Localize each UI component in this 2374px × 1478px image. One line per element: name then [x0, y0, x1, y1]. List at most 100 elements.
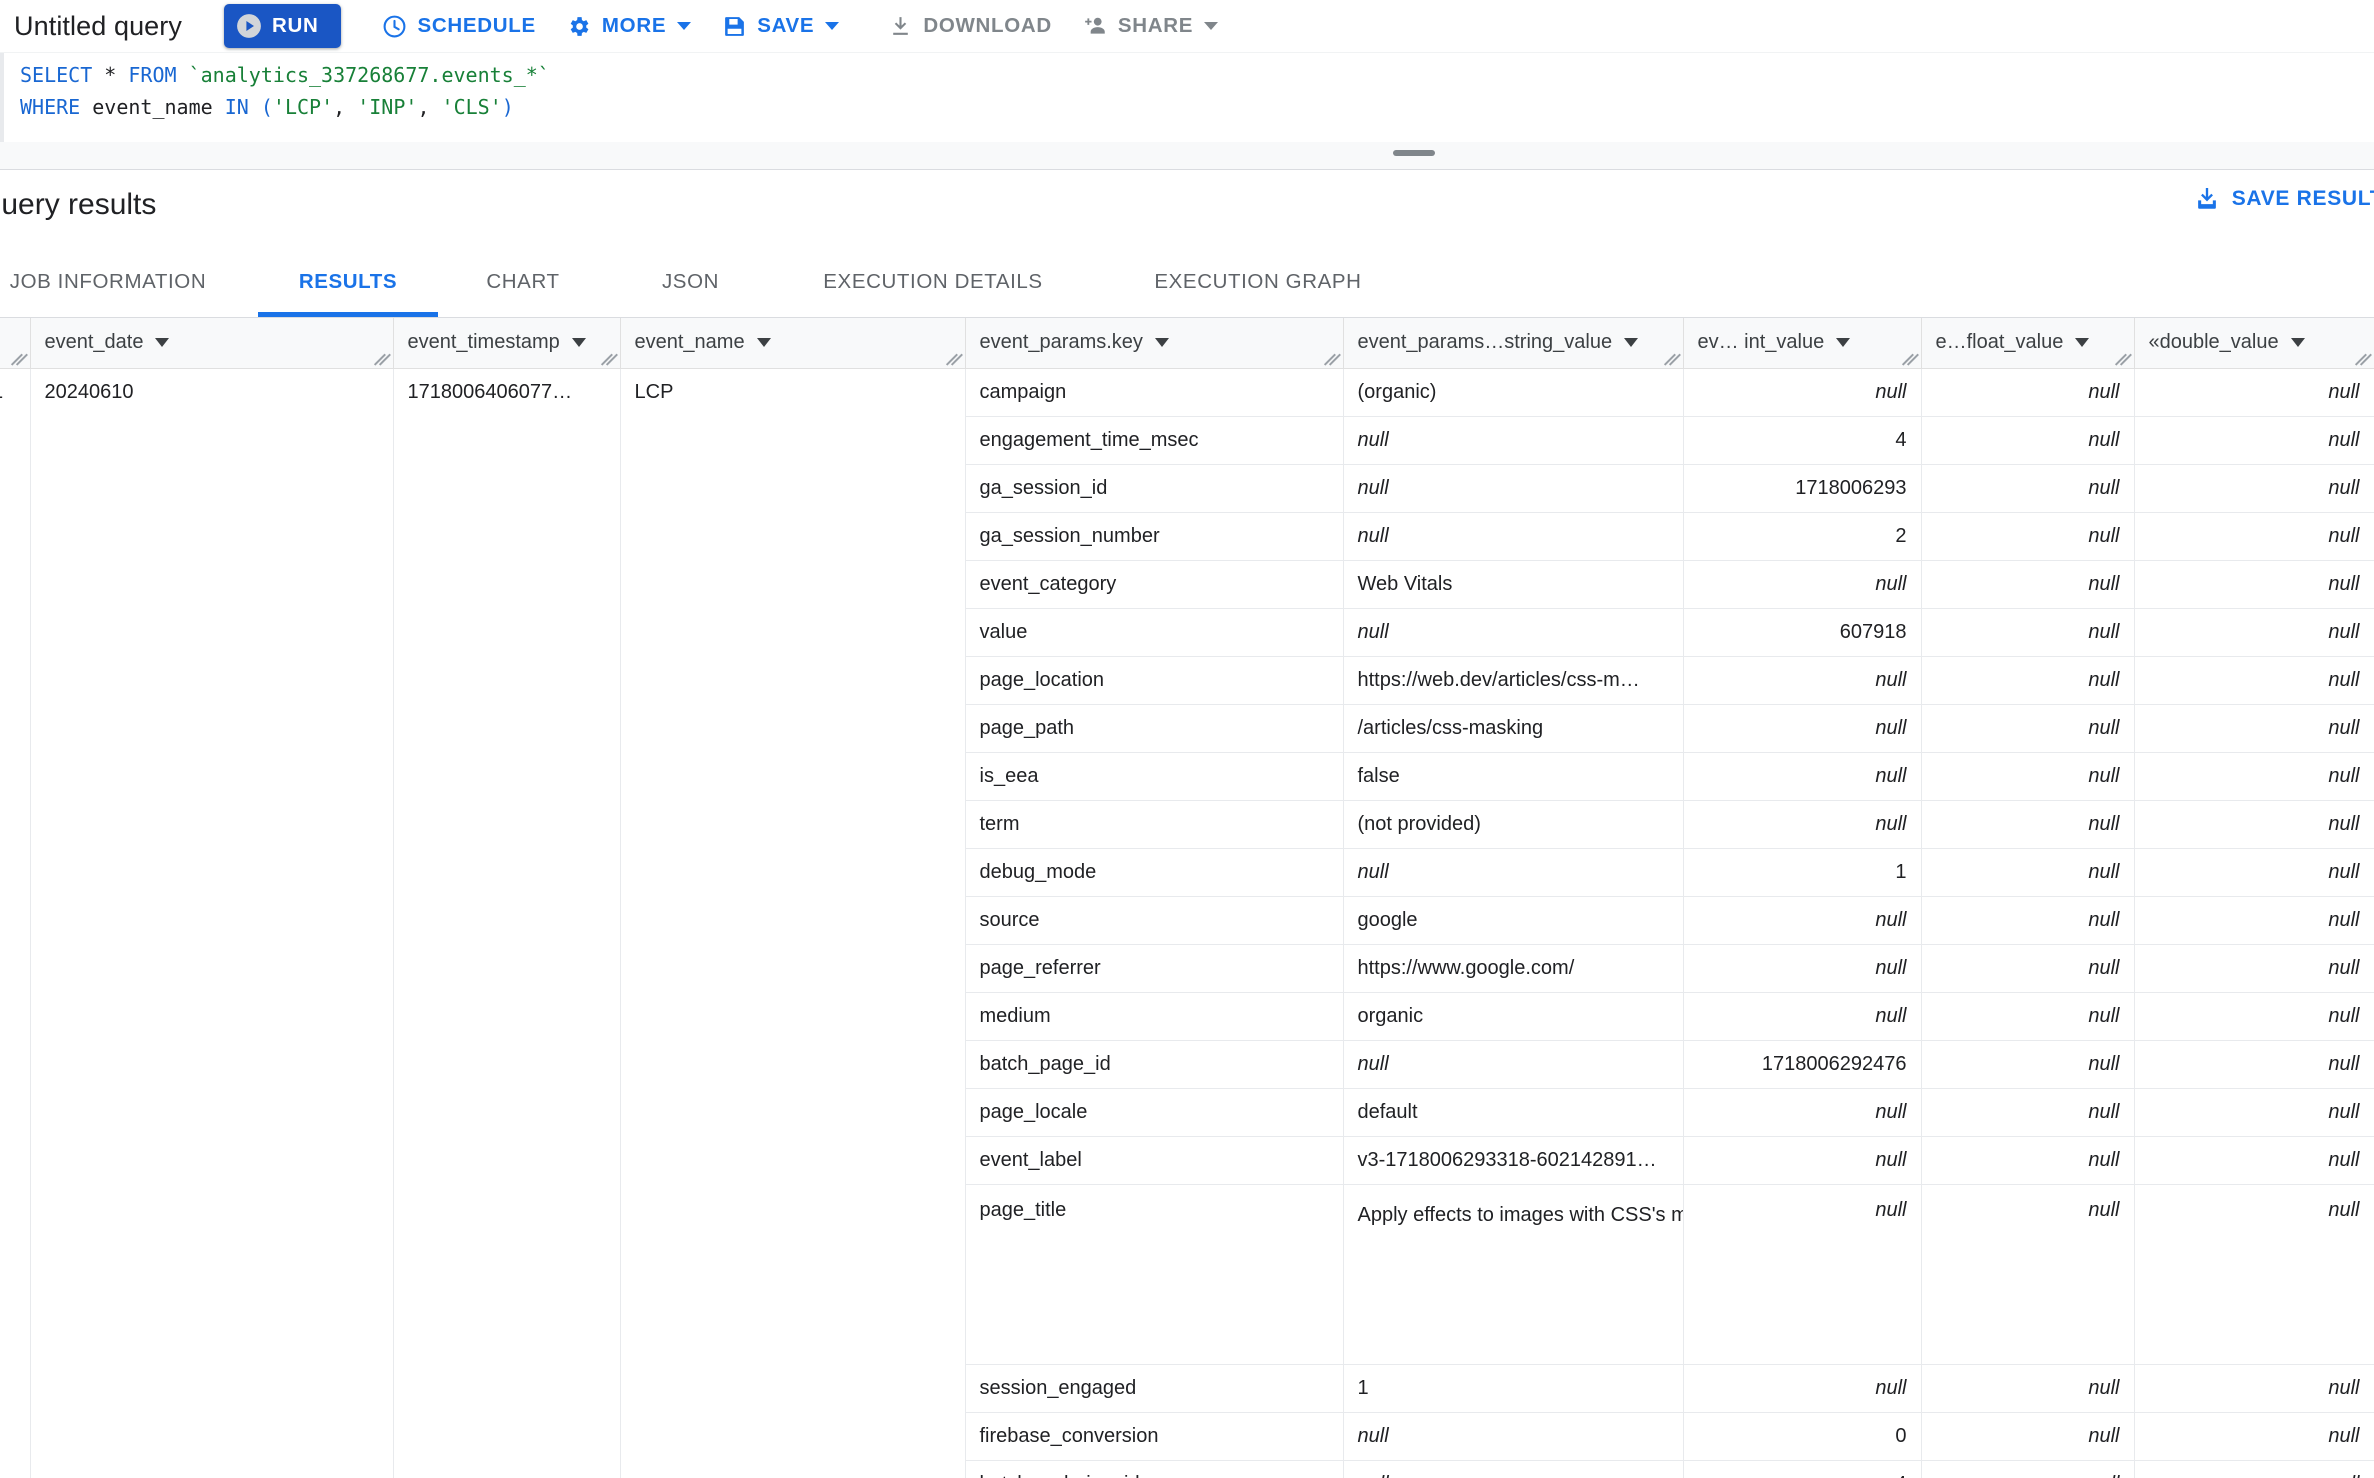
cell-double-value[interactable]: null — [2134, 512, 2374, 561]
cell-int-value[interactable]: 2 — [1683, 512, 1922, 561]
column-header-event-params-key[interactable]: event_params.key — [965, 318, 1344, 369]
chevron-down-icon[interactable] — [155, 338, 170, 348]
cell-string-value[interactable]: /articles/css-masking — [1343, 704, 1684, 753]
cell-float-value[interactable]: null — [1921, 368, 2135, 417]
cell-string-value[interactable]: null — [1343, 1412, 1684, 1461]
cell-param-key[interactable]: page_path — [965, 704, 1344, 753]
cell-param-key[interactable]: medium — [965, 992, 1344, 1041]
cell-float-value[interactable]: null — [1921, 416, 2135, 465]
cell-int-value[interactable]: null — [1683, 896, 1922, 945]
tab-execution-details[interactable]: EXECUTION DETAILS — [773, 246, 1093, 317]
results-table-scroll[interactable]: event_date event_timestamp event_name event… — [0, 318, 2374, 1478]
column-header-event-date[interactable]: event_date — [30, 318, 394, 369]
sql-editor[interactable]: SELECT * FROM `analytics_337268677.event… — [0, 52, 2374, 143]
cell-double-value[interactable]: null — [2134, 416, 2374, 465]
cell-string-value[interactable]: https://web.dev/articles/css-m… — [1343, 656, 1684, 705]
cell-param-key[interactable]: value — [965, 608, 1344, 657]
cell-int-value[interactable]: 4 — [1683, 1460, 1922, 1478]
cell-param-key[interactable]: page_referrer — [965, 944, 1344, 993]
cell-param-key[interactable]: batch_ordering_id — [965, 1460, 1344, 1478]
cell-double-value[interactable]: null — [2134, 1184, 2374, 1365]
chevron-down-icon[interactable] — [2075, 338, 2090, 348]
cell-float-value[interactable]: null — [1921, 1088, 2135, 1137]
column-resize-grip[interactable] — [2356, 351, 2372, 367]
cell-param-key[interactable]: event_category — [965, 560, 1344, 609]
cell-int-value[interactable]: null — [1683, 944, 1922, 993]
tab-results[interactable]: RESULTS — [258, 246, 438, 317]
cell-int-value[interactable]: 1 — [1683, 848, 1922, 897]
cell-string-value[interactable]: default — [1343, 1088, 1684, 1137]
column-header--double-value[interactable]: «double_value — [2134, 318, 2374, 369]
cell-float-value[interactable]: null — [1921, 704, 2135, 753]
cell-double-value[interactable]: null — [2134, 1364, 2374, 1413]
cell-double-value[interactable]: null — [2134, 368, 2374, 417]
chevron-down-icon[interactable] — [2290, 338, 2305, 348]
cell-float-value[interactable]: null — [1921, 1136, 2135, 1185]
cell-int-value[interactable]: null — [1683, 1088, 1922, 1137]
cell-int-value[interactable]: null — [1683, 1364, 1922, 1413]
cell-string-value[interactable]: (not provided) — [1343, 800, 1684, 849]
cell-double-value[interactable]: null — [2134, 560, 2374, 609]
cell-float-value[interactable]: null — [1921, 992, 2135, 1041]
cell-param-key[interactable]: page_locale — [965, 1088, 1344, 1137]
cell-string-value[interactable]: Web Vitals — [1343, 560, 1684, 609]
cell-double-value[interactable]: null — [2134, 1412, 2374, 1461]
cell-float-value[interactable]: null — [1921, 800, 2135, 849]
cell-param-key[interactable]: is_eea — [965, 752, 1344, 801]
run-button[interactable]: RUN — [224, 4, 341, 48]
cell-param-key[interactable]: term — [965, 800, 1344, 849]
cell-param-key[interactable]: firebase_conversion — [965, 1412, 1344, 1461]
share-button[interactable]: SHARE — [1069, 5, 1231, 48]
tab-job-information[interactable]: JOB INFORMATION — [0, 246, 258, 317]
chevron-down-icon[interactable] — [756, 338, 771, 348]
cell-int-value[interactable]: null — [1683, 992, 1922, 1041]
cell-param-key[interactable]: engagement_time_msec — [965, 416, 1344, 465]
cell-int-value[interactable]: null — [1683, 656, 1922, 705]
cell-param-key[interactable]: debug_mode — [965, 848, 1344, 897]
chevron-down-icon[interactable] — [571, 338, 586, 348]
tab-chart[interactable]: CHART — [438, 246, 608, 317]
cell-float-value[interactable]: null — [1921, 512, 2135, 561]
cell-float-value[interactable]: null — [1921, 752, 2135, 801]
save-results-button[interactable]: SAVE RESULTS — [2193, 185, 2374, 213]
splitter-handle[interactable] — [1393, 150, 1435, 156]
download-button[interactable]: DOWNLOAD — [874, 5, 1065, 48]
cell-param-key[interactable]: page_location — [965, 656, 1344, 705]
cell-double-value[interactable]: null — [2134, 656, 2374, 705]
cell-string-value[interactable]: null — [1343, 1040, 1684, 1089]
panel-splitter[interactable] — [0, 142, 2374, 170]
cell-float-value[interactable]: null — [1921, 560, 2135, 609]
cell-double-value[interactable]: null — [2134, 944, 2374, 993]
cell-string-value[interactable]: organic — [1343, 992, 1684, 1041]
cell-param-key[interactable]: campaign — [965, 368, 1344, 417]
cell-string-value[interactable]: false — [1343, 752, 1684, 801]
cell-string-value[interactable]: v3-1718006293318-602142891… — [1343, 1136, 1684, 1185]
cell-param-key[interactable]: page_title — [965, 1184, 1344, 1365]
cell-string-value[interactable]: null — [1343, 608, 1684, 657]
table-row[interactable]: 1202406101718006406077…LCPcampaign(organ… — [0, 368, 2374, 1478]
cell-string-value[interactable]: https://www.google.com/ — [1343, 944, 1684, 993]
cell-float-value[interactable]: null — [1921, 1184, 2135, 1365]
cell-string-value[interactable]: null — [1343, 416, 1684, 465]
cell-param-key[interactable]: source — [965, 896, 1344, 945]
column-resize-grip[interactable] — [375, 351, 391, 367]
cell-param-key[interactable]: session_engaged — [965, 1364, 1344, 1413]
column-header-event-name[interactable]: event_name — [620, 318, 966, 369]
cell-double-value[interactable]: null — [2134, 464, 2374, 513]
cell-param-key[interactable]: batch_page_id — [965, 1040, 1344, 1089]
cell-float-value[interactable]: null — [1921, 1040, 2135, 1089]
cell-string-value[interactable]: null — [1343, 512, 1684, 561]
chevron-down-icon[interactable] — [1154, 338, 1169, 348]
save-button[interactable]: SAVE — [708, 5, 852, 48]
cell-string-value[interactable]: google — [1343, 896, 1684, 945]
cell-double-value[interactable]: null — [2134, 1040, 2374, 1089]
cell-string-value[interactable]: 1 — [1343, 1364, 1684, 1413]
sql-text[interactable]: SELECT * FROM `analytics_337268677.event… — [20, 59, 550, 123]
chevron-down-icon[interactable] — [1836, 338, 1851, 348]
cell-float-value[interactable]: null — [1921, 464, 2135, 513]
cell-string-value[interactable]: null — [1343, 464, 1684, 513]
cell-int-value[interactable]: 1718006292476 — [1683, 1040, 1922, 1089]
column-resize-grip[interactable] — [1903, 351, 1919, 367]
column-header-e-float-value[interactable]: e…float_value — [1921, 318, 2135, 369]
cell-float-value[interactable]: null — [1921, 896, 2135, 945]
